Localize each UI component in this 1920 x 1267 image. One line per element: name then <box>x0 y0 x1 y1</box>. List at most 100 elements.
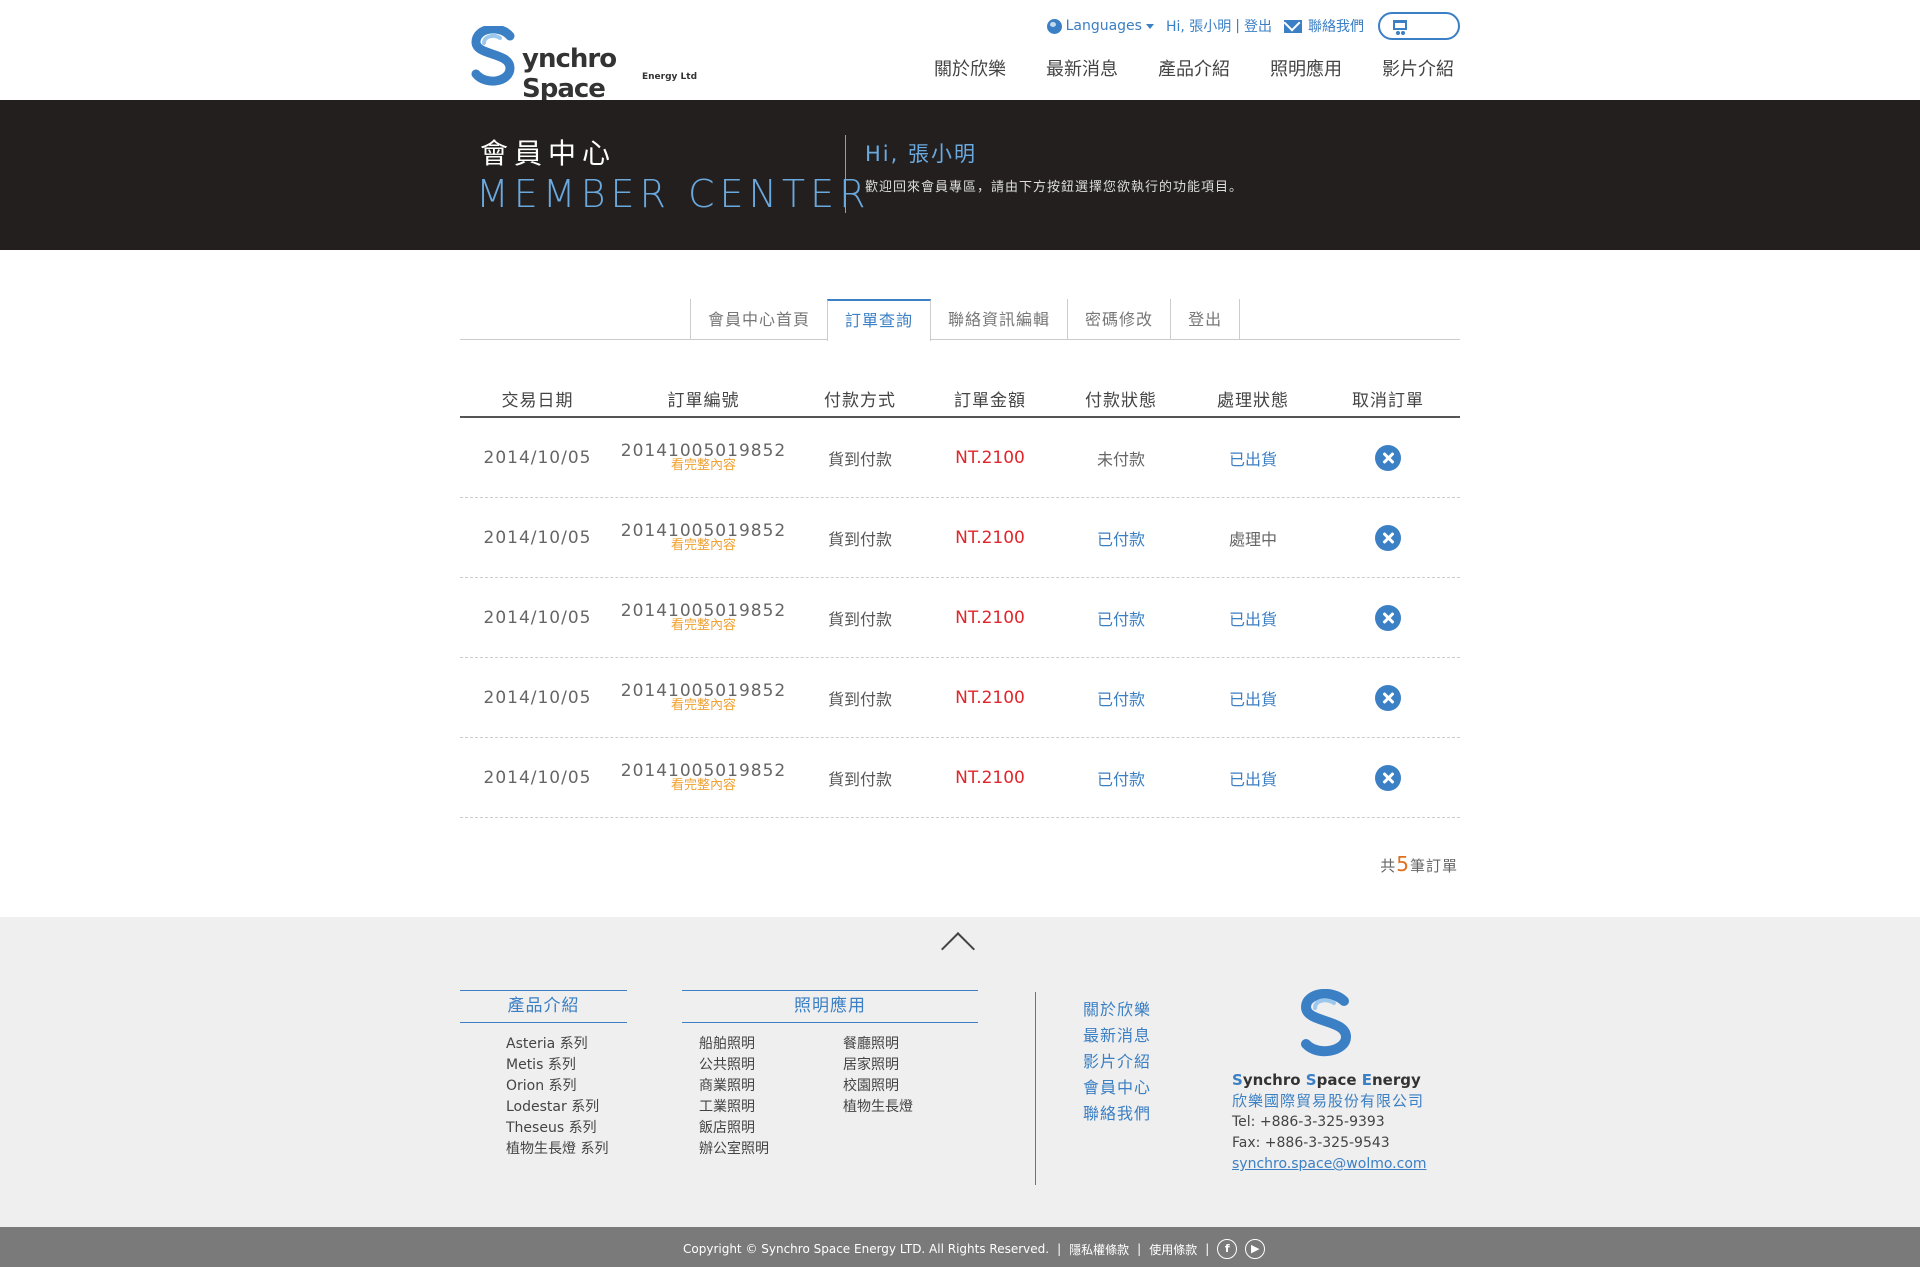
view-details-link[interactable]: 看完整內容 <box>615 778 792 793</box>
separator: | <box>1057 1242 1062 1256</box>
view-details-link[interactable]: 看完整內容 <box>615 538 792 553</box>
nav-news[interactable]: 最新消息 <box>1046 55 1118 81</box>
close-circle-icon[interactable] <box>1375 604 1401 631</box>
close-circle-icon[interactable] <box>1375 684 1401 711</box>
tab-password[interactable]: 密碼修改 <box>1067 299 1170 340</box>
footer-email-link[interactable]: synchro.space@wolmo.com <box>1232 1154 1427 1175</box>
tab-contact-edit[interactable]: 聯絡資訊編輯 <box>931 299 1067 340</box>
payment-method: 貨到付款 <box>827 529 892 549</box>
user-greeting[interactable]: Hi, 張小明 | 登出 <box>1166 16 1272 36</box>
cancel-cell <box>1316 444 1460 471</box>
footer-lighting-item[interactable]: 校園照明 <box>843 1076 913 1097</box>
footer-lighting-item[interactable]: 商業照明 <box>699 1076 769 1097</box>
footer-lighting-item[interactable]: 飯店照明 <box>699 1118 769 1139</box>
footer-lighting-item[interactable]: 餐廳照明 <box>843 1034 913 1055</box>
table-row: 2014/10/05 20141005019852 看完整內容 貨到付款 NT.2100… <box>460 658 1460 738</box>
logout-link[interactable]: 登出 <box>1244 16 1272 36</box>
process-status: 已出貨 <box>1228 449 1277 469</box>
footer-products-title[interactable]: 產品介紹 <box>460 990 627 1023</box>
nav-products[interactable]: 產品介紹 <box>1158 55 1230 81</box>
order-amount: NT.2100 <box>955 687 1025 708</box>
footer-lighting-item[interactable]: 辦公室照明 <box>699 1139 769 1160</box>
nav-lighting[interactable]: 照明應用 <box>1270 55 1342 81</box>
order-number-cell: 20141005019852 看完整內容 <box>615 522 792 553</box>
footer-nav: 關於欣樂 最新消息 影片介紹 會員中心 聯絡我們 <box>1083 997 1151 1127</box>
footer-divider <box>1035 992 1036 1185</box>
tab-logout[interactable]: 登出 <box>1170 299 1241 340</box>
copyright-bar: Copyright © Synchro Space Energy LTD. Al… <box>0 1227 1920 1267</box>
footer-lighting-title[interactable]: 照明應用 <box>682 990 978 1023</box>
view-details-link[interactable]: 看完整內容 <box>615 698 792 713</box>
order-number: 20141005019852 <box>620 440 787 461</box>
main-nav: 關於欣樂 最新消息 產品介紹 照明應用 影片介紹 <box>894 55 1454 81</box>
close-circle-icon[interactable] <box>1375 524 1401 551</box>
separator: | <box>1235 18 1240 34</box>
footer-lighting-item[interactable]: 船舶照明 <box>699 1034 769 1055</box>
tab-member-home[interactable]: 會員中心首頁 <box>690 299 827 340</box>
header-process-status: 處理狀態 <box>1217 391 1289 411</box>
contact-label: 聯絡我們 <box>1308 19 1364 35</box>
header-order-no: 訂單編號 <box>667 391 740 411</box>
order-amount: NT.2100 <box>955 607 1025 628</box>
view-details-link[interactable]: 看完整內容 <box>615 458 792 473</box>
footer-nav-about[interactable]: 關於欣樂 <box>1083 997 1151 1023</box>
order-number: 20141005019852 <box>620 680 787 701</box>
nav-about[interactable]: 關於欣樂 <box>934 55 1006 81</box>
footer-fax: Fax: +886-3-325-9543 <box>1232 1135 1390 1151</box>
separator: | <box>1137 1242 1142 1256</box>
languages-dropdown[interactable]: Languages <box>1046 18 1154 34</box>
footer-product-item[interactable]: Lodestar 系列 <box>506 1097 608 1118</box>
terms-link[interactable]: 使用條款 <box>1149 1241 1197 1258</box>
site-header: ynchro Space Energy Ltd Languages Hi, 張小… <box>0 0 1920 104</box>
footer-tel: Tel: +886-3-325-9393 <box>1232 1114 1385 1130</box>
chevron-up-icon[interactable] <box>941 932 975 966</box>
footer-product-item[interactable]: Asteria 系列 <box>506 1034 608 1055</box>
globe-icon <box>1046 18 1062 34</box>
footer-nav-contact[interactable]: 聯絡我們 <box>1083 1101 1151 1127</box>
footer-nav-videos[interactable]: 影片介紹 <box>1083 1049 1151 1075</box>
total-prefix: 共 <box>1380 857 1397 875</box>
cancel-cell <box>1316 604 1460 631</box>
banner-title-en: MEMBER CENTER <box>476 172 871 216</box>
privacy-link[interactable]: 隱私權條款 <box>1069 1241 1129 1258</box>
top-utility-bar: Languages Hi, 張小明 | 登出 聯絡我們 <box>1035 12 1460 40</box>
footer-product-item[interactable]: Metis 系列 <box>506 1055 608 1076</box>
footer-lighting-item[interactable]: 植物生長燈 <box>843 1097 913 1118</box>
footer-nav-news[interactable]: 最新消息 <box>1083 1023 1151 1049</box>
view-details-link[interactable]: 看完整內容 <box>615 618 792 633</box>
table-header: 交易日期 訂單編號 付款方式 訂單金額 付款狀態 處理狀態 取消訂單 <box>460 386 1460 418</box>
order-number-cell: 20141005019852 看完整內容 <box>615 680 792 713</box>
process-status: 已出貨 <box>1228 769 1277 789</box>
separator: | <box>1205 1242 1210 1256</box>
order-table: 交易日期 訂單編號 付款方式 訂單金額 付款狀態 處理狀態 取消訂單 2014/… <box>460 386 1460 818</box>
order-amount: NT.2100 <box>955 447 1025 468</box>
process-status: 已出貨 <box>1228 609 1277 629</box>
order-date: 2014/10/05 <box>483 687 592 708</box>
site-logo[interactable]: ynchro Space Energy Ltd <box>470 24 700 104</box>
copyright-inner: Copyright © Synchro Space Energy LTD. Al… <box>683 1239 1266 1259</box>
contact-link[interactable]: 聯絡我們 <box>1284 16 1364 36</box>
order-date: 2014/10/05 <box>483 527 592 548</box>
footer-product-item[interactable]: Theseus 系列 <box>506 1118 608 1139</box>
close-circle-icon[interactable] <box>1375 444 1401 471</box>
caret-down-icon <box>1145 23 1154 29</box>
payment-status: 已付款 <box>1096 689 1145 709</box>
footer-product-item[interactable]: Orion 系列 <box>506 1076 608 1097</box>
youtube-icon[interactable]: ▶ <box>1245 1239 1266 1259</box>
facebook-icon[interactable]: f <box>1217 1239 1238 1259</box>
footer-company-info: Synchro Space Energy 欣樂國際貿易股份有限公司 Tel: +… <box>1232 1070 1427 1175</box>
footer-lighting-item[interactable]: 公共照明 <box>699 1055 769 1076</box>
footer-product-item[interactable]: 植物生長燈 系列 <box>506 1139 608 1160</box>
footer-nav-member[interactable]: 會員中心 <box>1083 1075 1151 1101</box>
footer-lighting-item[interactable]: 工業照明 <box>699 1097 769 1118</box>
copyright-text: Copyright © Synchro Space Energy LTD. Al… <box>683 1242 1050 1256</box>
order-number-cell: 20141005019852 看完整內容 <box>615 602 792 633</box>
nav-videos[interactable]: 影片介紹 <box>1382 55 1454 81</box>
order-number-cell: 20141005019852 看完整內容 <box>615 440 792 473</box>
footer-lighting-item[interactable]: 居家照明 <box>843 1055 913 1076</box>
cart-button[interactable] <box>1378 12 1460 40</box>
close-circle-icon[interactable] <box>1375 764 1401 791</box>
header-pay-status: 付款狀態 <box>1085 391 1157 411</box>
banner-divider <box>845 135 846 213</box>
tab-order-query[interactable]: 訂單查詢 <box>827 299 932 341</box>
